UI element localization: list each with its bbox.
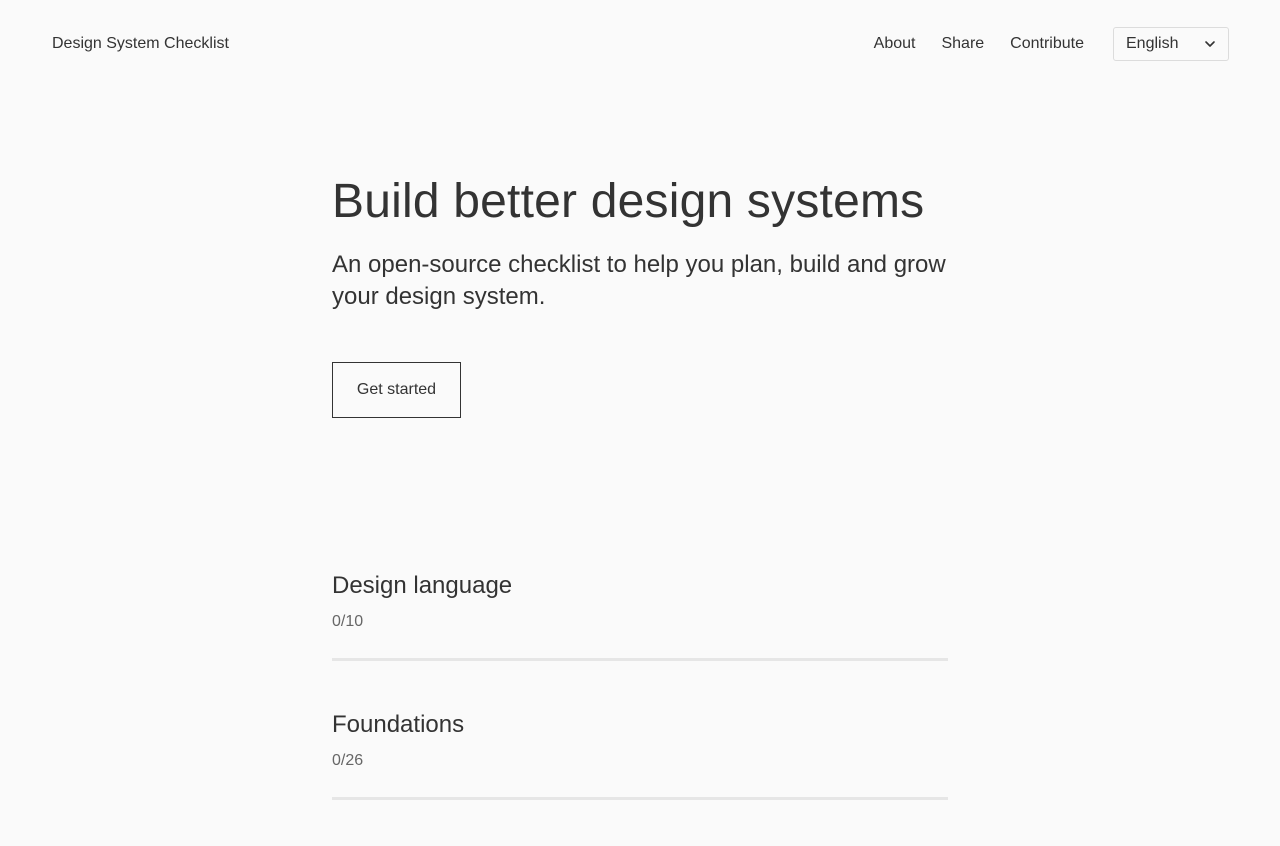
get-started-button[interactable]: Get started (332, 362, 461, 418)
chevron-down-icon (1205, 41, 1215, 47)
language-select[interactable]: English (1113, 27, 1229, 61)
hero-title: Build better design systems (332, 175, 925, 228)
nav-contribute-link[interactable]: Contribute (1010, 34, 1084, 54)
site-header: Design System Checklist About Share Cont… (0, 0, 1280, 90)
section-design-language[interactable]: Design language 0/10 (332, 568, 948, 707)
main-nav: About Share Contribute (874, 34, 1084, 54)
section-title: Design language (332, 572, 513, 599)
language-select-value: English (1126, 35, 1179, 52)
brand-link[interactable]: Design System Checklist (52, 34, 229, 54)
nav-about-link[interactable]: About (874, 34, 916, 54)
section-title: Foundations (332, 711, 465, 738)
section-divider (332, 658, 948, 661)
hero-subtitle: An open-source checklist to help you pla… (332, 251, 946, 310)
section-foundations[interactable]: Foundations 0/26 (332, 707, 948, 846)
hero: Build better design systems An open-sour… (332, 170, 952, 418)
nav-share-link[interactable]: Share (941, 34, 984, 54)
checklist-sections: Design language 0/10 Foundations 0/26 (332, 568, 948, 846)
section-progress: 0/10 (332, 613, 364, 630)
section-progress: 0/26 (332, 752, 364, 769)
